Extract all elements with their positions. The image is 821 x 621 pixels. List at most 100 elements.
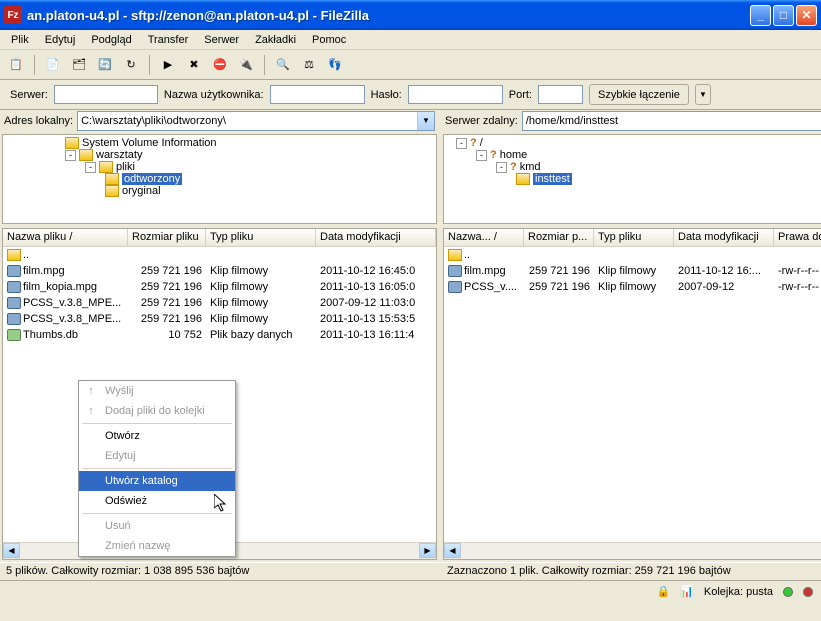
tree-node[interactable]: insttest [446,173,821,185]
video-icon [7,265,21,277]
user-input[interactable] [270,85,365,104]
list-item[interactable]: .. [444,247,821,263]
cancel-icon[interactable]: ✖ [184,55,204,75]
context-menu: ↑Wyślij↑Dodaj pliki do kolejkiOtwórzEdyt… [78,380,236,557]
list-item[interactable]: Thumbs.db10 752Plik bazy danych2011-10-1… [3,327,436,343]
menu-edytuj[interactable]: Edytuj [38,32,83,48]
expander-icon[interactable]: - [85,162,96,173]
column-header[interactable]: Nazwa pliku / [3,229,128,246]
sitemanager-icon[interactable]: 📋 [6,55,26,75]
contextmenu-item[interactable]: Odśwież [79,491,235,511]
menu-podgląd[interactable]: Podgląd [84,32,138,48]
remote-path-label: Serwer zdalny: [445,115,518,127]
list-item[interactable]: film.mpg259 721 196Klip filmowy2011-10-1… [444,263,821,279]
folder-icon [79,149,93,161]
local-path-combo[interactable]: C:\warsztaty\pliki\odtworzony\▼ [77,111,435,131]
chevron-down-icon[interactable]: ▼ [417,112,434,130]
led-red-icon [803,587,813,597]
maximize-button[interactable]: □ [773,5,794,26]
minimize-button[interactable]: _ [750,5,771,26]
local-path-label: Adres lokalny: [4,115,73,127]
server-input[interactable] [54,85,158,104]
column-header[interactable]: Rozmiar pliku [128,229,206,246]
tree-node[interactable]: -?/ [446,137,821,149]
video-icon [448,265,462,277]
disconnect-icon[interactable]: ⛔ [210,55,230,75]
contextmenu-item[interactable]: Otwórz [79,426,235,446]
toggle-log-icon[interactable]: 📄 [43,55,63,75]
menu-serwer[interactable]: Serwer [197,32,246,48]
list-item[interactable]: PCSS_v....259 721 196Klip filmowy2007-09… [444,279,821,295]
column-header[interactable]: Data modyfikacji [674,229,774,246]
list-item[interactable]: PCSS_v.3.8_MPE...259 721 196Klip filmowy… [3,295,436,311]
column-header[interactable]: Data modyfikacji [316,229,436,246]
scroll-left-icon[interactable]: ◀ [444,543,461,558]
scrollbar[interactable]: ◀▶ [444,542,821,559]
arrow-up-icon: ↑ [83,385,99,397]
folder-icon [99,161,113,173]
column-header[interactable]: Typ pliku [206,229,316,246]
remote-filelist: Nazwa... /Rozmiar p...Typ plikuData mody… [443,228,821,560]
list-item[interactable]: film.mpg259 721 196Klip filmowy2011-10-1… [3,263,436,279]
column-header[interactable]: Rozmiar p... [524,229,594,246]
process-queue-icon[interactable]: ▶ [158,55,178,75]
tree-node[interactable]: oryginal [5,185,434,197]
quickconnect-dropdown[interactable]: ▼ [695,84,711,105]
pass-label: Hasło: [371,89,402,101]
column-header[interactable]: Prawa dos... [774,229,821,246]
close-button[interactable]: ✕ [796,5,817,26]
refresh-icon[interactable]: ↻ [121,55,141,75]
question-folder-icon: ? [490,149,497,161]
pass-input[interactable] [408,85,503,104]
expander-icon[interactable]: - [65,150,76,161]
list-item[interactable]: film_kopia.mpg259 721 196Klip filmowy201… [3,279,436,295]
tree-node[interactable]: -warsztaty [5,149,434,161]
contextmenu-item: Usuń [79,516,235,536]
tree-node[interactable]: odtworzony [5,173,434,185]
queue-icon: 📊 [680,585,694,598]
list-item[interactable]: .. [3,247,436,263]
quickconnect-bar: Serwer: Nazwa użytkownika: Hasło: Port: … [0,80,821,110]
port-label: Port: [509,89,532,101]
scroll-right-icon[interactable]: ▶ [419,543,436,558]
column-header[interactable]: Nazwa... / [444,229,524,246]
expander-icon[interactable]: - [496,162,507,173]
contextmenu-item: Edytuj [79,446,235,466]
folder-icon [105,185,119,197]
toolbar: 📋 📄 🗂 🔄 ↻ ▶ ✖ ⛔ 🔌 🔍 ⚖ 👣 [0,50,821,80]
led-green-icon [783,587,793,597]
menu-pomoc[interactable]: Pomoc [305,32,353,48]
menu-transfer[interactable]: Transfer [141,32,196,48]
remote-path-combo[interactable]: /home/kmd/insttest▼ [522,111,821,131]
window-title: an.platon-u4.pl - sftp://zenon@an.platon… [27,8,750,23]
quickconnect-button[interactable]: Szybkie łączenie [589,84,689,105]
expander-icon[interactable]: - [476,150,487,161]
question-folder-icon: ? [510,161,517,173]
toggle-queue-icon[interactable]: 🔄 [95,55,115,75]
tree-node[interactable]: System Volume Information [5,137,434,149]
tree-node[interactable]: -?home [446,149,821,161]
compare-icon[interactable]: ⚖ [299,55,319,75]
arrow-up-icon: ↑ [83,405,99,417]
remote-status: Zaznaczono 1 plik. Całkowity rozmiar: 25… [441,562,821,580]
tree-node[interactable]: -?kmd [446,161,821,173]
toggle-tree-icon[interactable]: 🗂 [69,55,89,75]
folder-up-icon [448,249,462,261]
statusbar: 🔒 📊 Kolejka: pusta [0,580,821,602]
video-icon [7,297,21,309]
reconnect-icon[interactable]: 🔌 [236,55,256,75]
port-input[interactable] [538,85,583,104]
local-tree[interactable]: System Volume Information-warsztaty-plik… [2,134,437,224]
sync-icon[interactable]: 👣 [325,55,345,75]
contextmenu-item[interactable]: Utwórz katalog [79,471,235,491]
expander-icon[interactable]: - [456,138,467,149]
titlebar[interactable]: Fz an.platon-u4.pl - sftp://zenon@an.pla… [0,0,821,30]
tree-node[interactable]: -pliki [5,161,434,173]
filter-icon[interactable]: 🔍 [273,55,293,75]
column-header[interactable]: Typ pliku [594,229,674,246]
remote-tree[interactable]: -?/-?home-?kmdinsttest [443,134,821,224]
menu-plik[interactable]: Plik [4,32,36,48]
scroll-left-icon[interactable]: ◀ [3,543,20,558]
list-item[interactable]: PCSS_v.3.8_MPE...259 721 196Klip filmowy… [3,311,436,327]
menu-zakładki[interactable]: Zakładki [248,32,303,48]
